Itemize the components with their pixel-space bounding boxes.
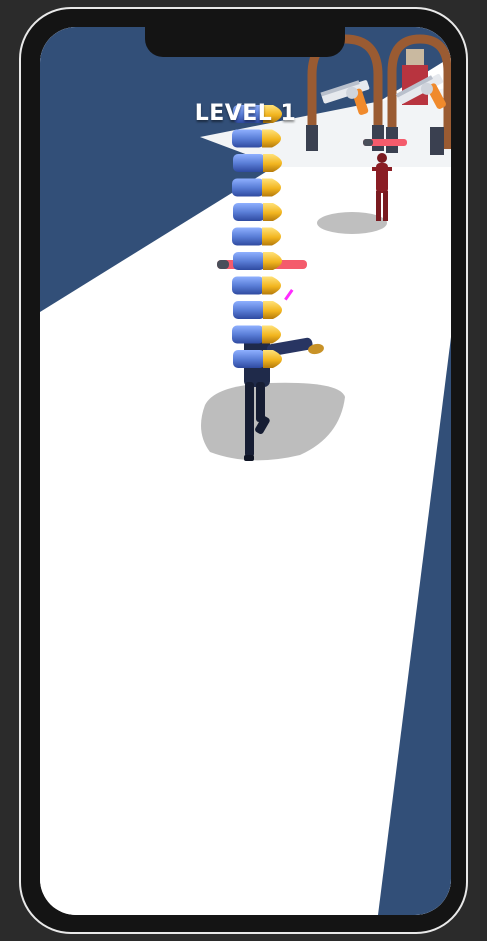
- bullet: [232, 178, 281, 197]
- bullet: [233, 203, 282, 221]
- bullet: [233, 301, 282, 319]
- bullet: [232, 276, 281, 295]
- bullet: [233, 350, 282, 368]
- bullet: [233, 252, 282, 270]
- game-viewport[interactable]: LEVEL 1: [40, 27, 451, 915]
- bullet: [232, 325, 281, 344]
- bullet-stack: [232, 105, 282, 368]
- level-label: LEVEL 1: [194, 101, 297, 126]
- bullet: [232, 129, 281, 148]
- bullet: [233, 154, 282, 172]
- bullet: [232, 227, 281, 246]
- game-scene: [40, 27, 451, 915]
- notch: [145, 27, 345, 57]
